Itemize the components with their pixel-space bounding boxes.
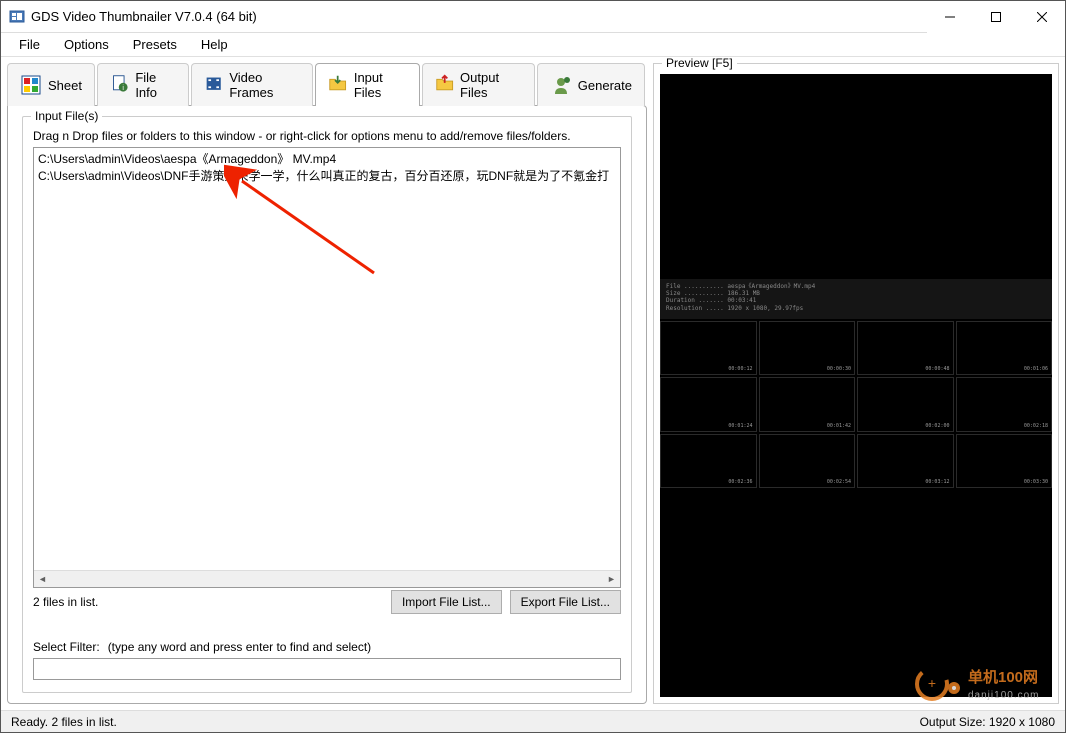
tab-file-info[interactable]: i File Info [97,63,189,106]
filter-hint: (type any word and press enter to find a… [108,640,371,654]
preview-cell [857,434,954,488]
file-item[interactable]: C:\Users\admin\Videos\DNF手游策划来学一学，什么叫真正的… [36,167,618,184]
window-controls [927,1,1065,32]
preview-header-line: File ........... aespa《Armageddon》MV.mp4 [666,283,1046,290]
input-files-legend: Input File(s) [31,109,102,123]
tab-output-files-label: Output Files [460,70,522,100]
scroll-left-button[interactable]: ◄ [34,571,51,587]
input-files-fieldset: Input File(s) Drag n Drop files or folde… [22,116,632,693]
tab-file-info-label: File Info [135,70,176,100]
preview-grid [660,319,1052,490]
list-footer: 2 files in list. Import File List... Exp… [33,590,621,614]
menubar: File Options Presets Help [1,33,1065,57]
preview-cell [660,321,757,375]
right-panel: Preview [F5] File ........... aespa《Arma… [653,63,1059,704]
main-content: Sheet i File Info Video Frames Input Fil… [1,57,1065,710]
tab-input-files[interactable]: Input Files [315,63,419,106]
preview-legend: Preview [F5] [662,57,737,70]
preview-cell [660,434,757,488]
import-file-list-button[interactable]: Import File List... [391,590,502,614]
minimize-button[interactable] [927,1,973,33]
tab-input-files-label: Input Files [354,70,407,100]
tabs: Sheet i File Info Video Frames Input Fil… [7,63,647,106]
preview-canvas[interactable]: File ........... aespa《Armageddon》MV.mp4… [660,74,1052,697]
preview-fieldset: Preview [F5] File ........... aespa《Arma… [653,63,1059,704]
output-files-icon [435,74,454,96]
preview-cell [956,321,1053,375]
drop-hint: Drag n Drop files or folders to this win… [33,129,621,143]
maximize-button[interactable] [973,1,1019,33]
window-title: GDS Video Thumbnailer V7.0.4 (64 bit) [31,9,927,24]
menu-presets[interactable]: Presets [123,35,187,54]
preview-cell [660,377,757,431]
scroll-track[interactable] [51,571,603,587]
file-item[interactable]: C:\Users\admin\Videos\aespa《Armageddon》 … [36,150,618,167]
tab-content: Input File(s) Drag n Drop files or folde… [7,105,647,704]
preview-cell [759,321,856,375]
app-icon [9,9,25,25]
preview-cell [956,377,1053,431]
preview-cell [857,377,954,431]
tab-video-frames[interactable]: Video Frames [191,63,314,106]
preview-header-line: Duration ....... 00:03:41 [666,297,1046,304]
preview-header-line: Size ........... 186.31 MB [666,290,1046,297]
menu-file[interactable]: File [9,35,50,54]
video-frames-icon [204,74,223,96]
preview-header-line: Resolution ..... 1920 x 1080, 29.97fps [666,305,1046,312]
left-panel: Sheet i File Info Video Frames Input Fil… [7,63,647,704]
preview-cell [857,321,954,375]
tab-output-files[interactable]: Output Files [422,63,535,106]
status-left: Ready. 2 files in list. [11,715,920,729]
menu-help[interactable]: Help [191,35,238,54]
filter-row: Select Filter: (type any word and press … [33,640,621,654]
filter-label: Select Filter: [33,640,100,654]
statusbar: Ready. 2 files in list. Output Size: 192… [1,710,1065,732]
export-file-list-button[interactable]: Export File List... [510,590,621,614]
close-button[interactable] [1019,1,1065,33]
file-count-text: 2 files in list. [33,595,383,609]
preview-header: File ........... aespa《Armageddon》MV.mp4… [660,279,1052,319]
tab-sheet[interactable]: Sheet [7,63,95,106]
generate-icon [550,74,572,96]
filter-input[interactable] [33,658,621,680]
tab-generate-label: Generate [578,78,632,93]
tab-sheet-label: Sheet [48,78,82,93]
preview-cell [956,434,1053,488]
horizontal-scrollbar[interactable]: ◄ ► [34,570,620,587]
preview-cell [759,434,856,488]
input-files-icon [328,74,347,96]
file-info-icon: i [110,74,129,96]
titlebar: GDS Video Thumbnailer V7.0.4 (64 bit) [1,1,1065,33]
sheet-icon [20,74,42,96]
preview-cell [759,377,856,431]
menu-options[interactable]: Options [54,35,119,54]
file-list[interactable]: C:\Users\admin\Videos\aespa《Armageddon》 … [34,148,620,570]
tab-generate[interactable]: Generate [537,63,645,106]
file-list-container: C:\Users\admin\Videos\aespa《Armageddon》 … [33,147,621,588]
preview-sheet: File ........... aespa《Armageddon》MV.mp4… [660,279,1052,490]
status-right: Output Size: 1920 x 1080 [920,715,1055,729]
scroll-right-button[interactable]: ► [603,571,620,587]
tab-video-frames-label: Video Frames [229,70,300,100]
